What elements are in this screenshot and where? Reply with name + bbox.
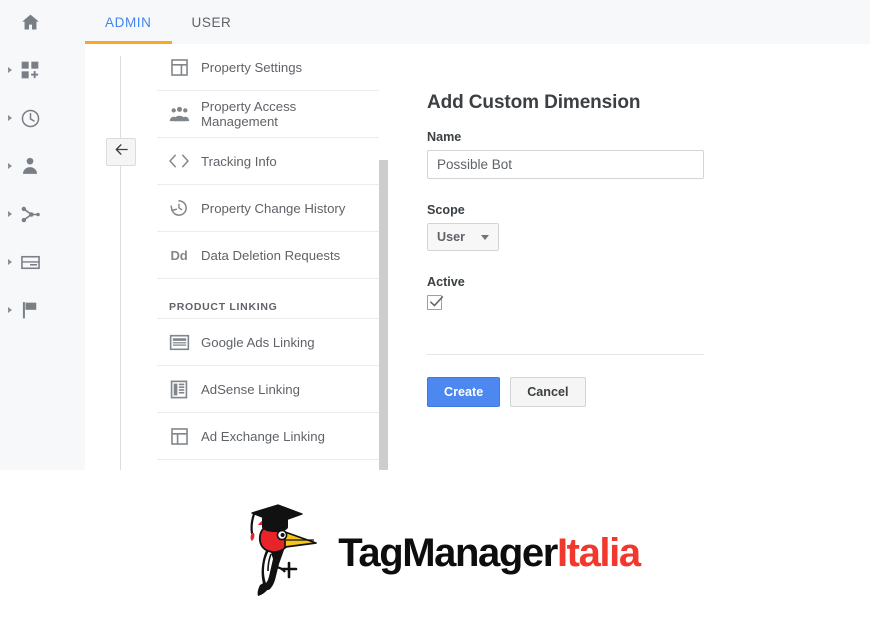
name-input[interactable] [427, 150, 704, 179]
chevron-right-icon [8, 307, 12, 313]
menu-item-label: Data Deletion Requests [201, 247, 341, 263]
property-settings-icon [157, 58, 201, 77]
chevron-right-icon [8, 163, 12, 169]
active-label: Active [427, 275, 465, 289]
rail-item-acquisition[interactable] [0, 194, 85, 234]
history-clock-icon [157, 198, 201, 218]
menu-item-tracking-info[interactable]: Tracking Info [157, 138, 379, 185]
rail-item-conversions[interactable] [0, 290, 85, 330]
rail-item-customization[interactable] [0, 50, 85, 90]
section-header-label: PRODUCT LINKING [169, 301, 278, 313]
people-icon [157, 105, 201, 124]
brand-logo-text: TagManagerItalia [338, 530, 641, 575]
brand-logo: TagManagerItalia [230, 497, 641, 608]
brand-logo-band: TagManagerItalia [0, 470, 870, 635]
chevron-right-icon [8, 259, 12, 265]
screen-root: ADMIN USER Property Settings Property Ac… [0, 0, 870, 635]
admin-tabbar: ADMIN USER [85, 0, 870, 44]
flag-icon [18, 298, 42, 322]
analytics-admin-screenshot: ADMIN USER Property Settings Property Ac… [0, 0, 870, 470]
left-nav-rail [0, 0, 85, 470]
scope-label: Scope [427, 203, 465, 217]
property-admin-menu: Property Settings Property Access Manage… [157, 44, 379, 470]
menu-item-label: Google Ads Linking [201, 334, 315, 350]
chevron-down-icon [481, 234, 489, 240]
rail-item-home[interactable] [0, 2, 85, 42]
scope-select-value: User [437, 230, 466, 244]
person-icon [18, 154, 42, 178]
card-icon [18, 250, 42, 274]
check-icon [430, 296, 444, 307]
menu-item-label: Tracking Info [201, 153, 277, 169]
ad-exchange-linking-icon [157, 427, 201, 446]
menu-item-google-ads-linking[interactable]: Google Ads Linking [157, 319, 379, 366]
clock-icon [18, 106, 42, 130]
adsense-linking-icon [157, 380, 201, 399]
menu-item-adsense-linking[interactable]: AdSense Linking [157, 366, 379, 413]
google-ads-linking-icon [157, 334, 201, 351]
home-icon [18, 10, 42, 34]
menu-item-property-change-history[interactable]: Property Change History [157, 185, 379, 232]
add-custom-dimension-form: Add Custom Dimension Name Scope User Act… [427, 92, 727, 407]
rail-item-behavior[interactable] [0, 242, 85, 282]
menu-item-property-access-management[interactable]: Property Access Management [157, 91, 379, 138]
form-divider [427, 354, 704, 355]
chevron-right-icon [8, 211, 12, 217]
menu-item-ad-exchange-linking[interactable]: Ad Exchange Linking [157, 413, 379, 460]
section-header-product-linking: PRODUCT LINKING [157, 279, 379, 319]
brand-logo-text-accent: Italia [556, 530, 641, 575]
rail-item-realtime[interactable] [0, 98, 85, 138]
menu-scrollbar-thumb[interactable] [379, 160, 388, 470]
menu-item-property-settings[interactable]: Property Settings [157, 44, 379, 91]
menu-item-data-deletion-requests[interactable]: Dd Data Deletion Requests [157, 232, 379, 279]
page-title: Add Custom Dimension [427, 92, 641, 113]
name-label: Name [427, 130, 462, 144]
woodpecker-graduate-icon [230, 497, 334, 608]
rail-item-audience[interactable] [0, 146, 85, 186]
collapse-back-button[interactable] [106, 138, 136, 166]
menu-item-label: Property Change History [201, 200, 346, 216]
menu-item-label: Ad Exchange Linking [201, 428, 325, 444]
menu-item-label: Property Access Management [201, 99, 297, 129]
menu-item-label: Property Settings [201, 59, 303, 75]
brand-logo-text-primary: TagManager [338, 530, 558, 575]
customization-icon [18, 58, 42, 82]
tab-user[interactable]: USER [172, 0, 252, 44]
dd-text-icon: Dd [170, 247, 188, 263]
admin-body: Property Settings Property Access Manage… [85, 44, 870, 470]
scope-select[interactable]: User [427, 223, 499, 251]
chevron-right-icon [8, 67, 12, 73]
cancel-button[interactable]: Cancel [510, 377, 586, 407]
column-divider [120, 56, 121, 470]
create-button[interactable]: Create [427, 377, 501, 407]
code-brackets-icon [157, 153, 201, 169]
share-node-icon [18, 202, 42, 226]
form-actions: Create Cancel [427, 377, 727, 407]
tab-admin[interactable]: ADMIN [85, 0, 172, 44]
chevron-right-icon [8, 115, 12, 121]
arrow-left-icon [113, 142, 130, 162]
active-checkbox[interactable] [427, 295, 444, 310]
menu-item-label: AdSense Linking [201, 381, 300, 397]
